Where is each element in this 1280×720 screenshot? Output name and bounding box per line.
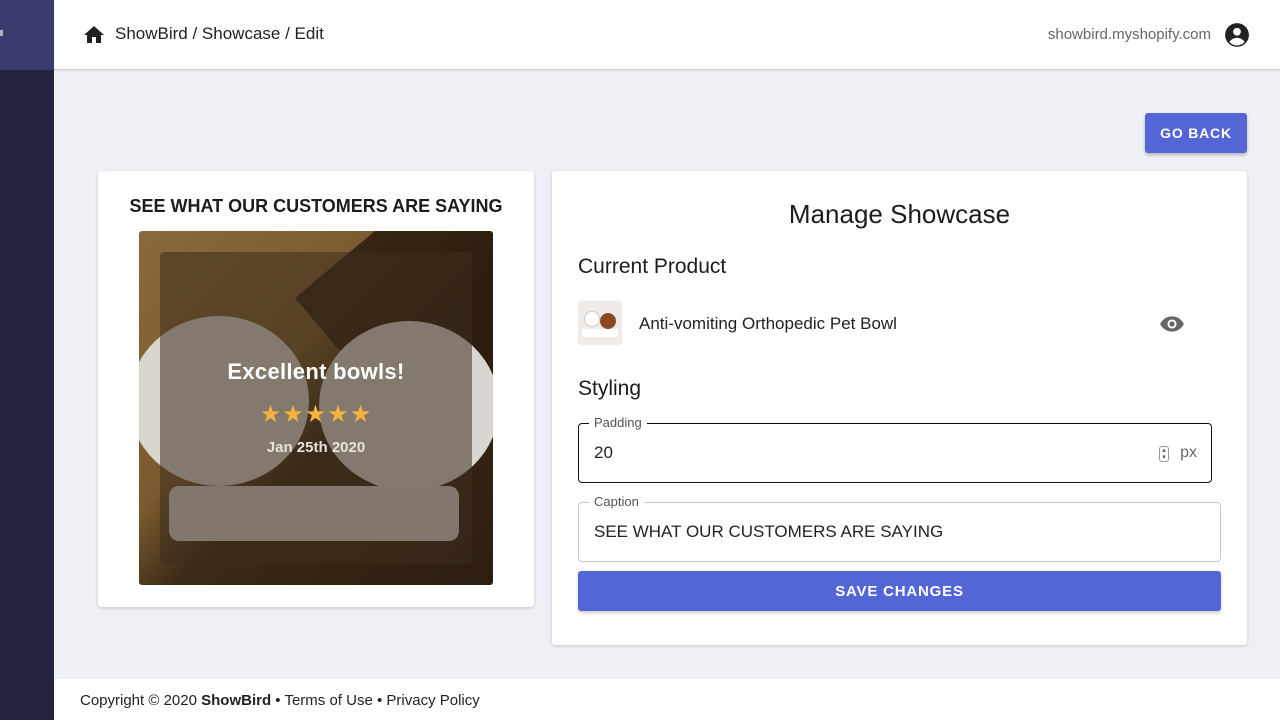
footer-brand: ShowBird bbox=[201, 692, 272, 709]
terms-link[interactable]: Terms of Use bbox=[284, 692, 372, 709]
footer: Copyright © 2020 ShowBird • Terms of Use… bbox=[54, 679, 1280, 720]
product-thumbnail bbox=[578, 301, 622, 345]
eye-icon[interactable] bbox=[1159, 311, 1185, 337]
showcase-preview-card: SEE WHAT OUR CUSTOMERS ARE SAYING Excell… bbox=[98, 171, 534, 607]
product-name: Anti-vomiting Orthopedic Pet Bowl bbox=[639, 314, 897, 333]
footer-separator: • bbox=[271, 692, 285, 709]
thumbnail-bowl-brown bbox=[600, 313, 616, 329]
thumbnail-stand bbox=[582, 329, 618, 337]
padding-field[interactable]: Padding 20 ▴ ▾ px bbox=[578, 415, 1212, 483]
number-stepper[interactable]: ▴ ▾ bbox=[1159, 446, 1169, 462]
review-title: Excellent bowls! bbox=[227, 359, 405, 384]
breadcrumb: ShowBird / Showcase / Edit bbox=[115, 24, 324, 43]
sidebar bbox=[0, 0, 54, 720]
top-bar: ShowBird / Showcase / Edit showbird.mysh… bbox=[54, 0, 1280, 70]
current-product-heading: Current Product bbox=[578, 255, 727, 278]
account-circle-icon[interactable] bbox=[1224, 22, 1250, 48]
go-back-button[interactable]: GO BACK bbox=[1145, 113, 1247, 153]
copyright-text: Copyright © 2020 bbox=[80, 692, 197, 709]
caption-label: Caption bbox=[589, 494, 644, 509]
padding-input[interactable]: 20 bbox=[594, 443, 613, 463]
save-changes-button[interactable]: SAVE CHANGES bbox=[578, 571, 1221, 611]
home-icon[interactable] bbox=[82, 23, 106, 47]
sidebar-toggle-indicator bbox=[0, 30, 3, 36]
sidebar-logo-area[interactable] bbox=[0, 0, 54, 70]
privacy-link[interactable]: Privacy Policy bbox=[386, 692, 479, 709]
padding-label: Padding bbox=[589, 415, 647, 430]
thumbnail-bowl-white bbox=[584, 311, 600, 327]
review-photo: Excellent bowls! ★★★★★ Jan 25th 2020 bbox=[139, 231, 493, 585]
padding-unit: px bbox=[1180, 444, 1197, 461]
preview-caption: SEE WHAT OUR CUSTOMERS ARE SAYING bbox=[129, 196, 503, 216]
footer-separator: • bbox=[372, 692, 387, 709]
review-date: Jan 25th 2020 bbox=[266, 439, 366, 456]
manage-showcase-card: Manage Showcase Current Product Anti-vom… bbox=[552, 171, 1247, 645]
page-title: Manage Showcase bbox=[788, 199, 1011, 229]
caption-input[interactable]: SEE WHAT OUR CUSTOMERS ARE SAYING bbox=[594, 522, 943, 542]
star-rating: ★★★★★ bbox=[259, 401, 373, 428]
styling-heading: Styling bbox=[578, 377, 642, 400]
shop-domain: showbird.myshopify.com bbox=[1047, 26, 1211, 43]
footer-text: Copyright © 2020 ShowBird • Terms of Use… bbox=[80, 692, 480, 709]
caption-field[interactable]: Caption SEE WHAT OUR CUSTOMERS ARE SAYIN… bbox=[578, 494, 1221, 562]
